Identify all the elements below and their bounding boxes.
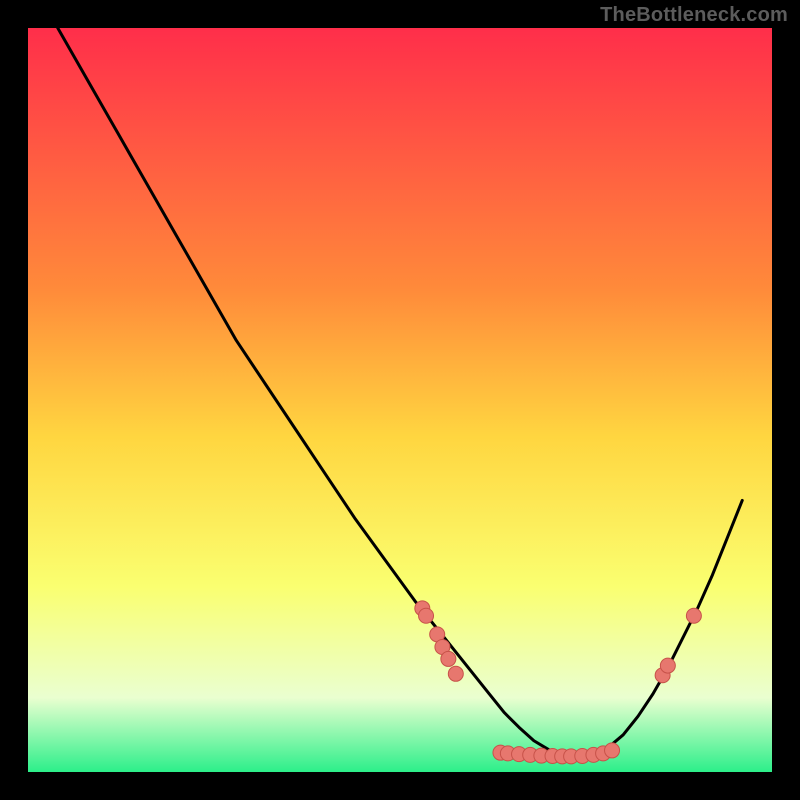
data-marker <box>419 608 434 623</box>
chart-frame: TheBottleneck.com <box>0 0 800 800</box>
data-marker <box>441 651 456 666</box>
data-marker <box>686 608 701 623</box>
plot-area <box>28 28 772 772</box>
gradient-background <box>28 28 772 772</box>
data-marker <box>448 666 463 681</box>
data-marker <box>660 658 675 673</box>
chart-svg <box>28 28 772 772</box>
data-marker <box>605 743 620 758</box>
attribution-text: TheBottleneck.com <box>600 4 788 27</box>
